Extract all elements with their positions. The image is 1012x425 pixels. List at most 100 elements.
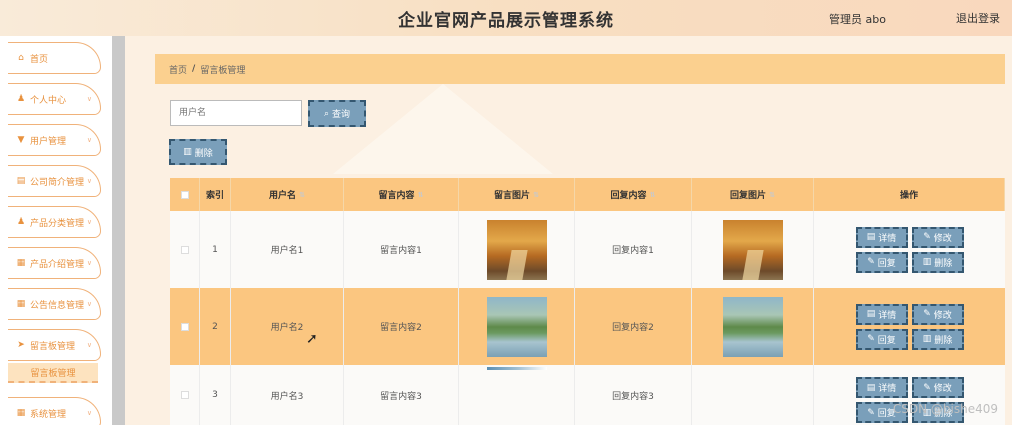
delete-button[interactable]: ▥ 删除 [911,328,964,350]
decorative-triangle [333,84,553,174]
row-reply-image-cell [692,365,814,425]
delete-button-label: 删除 [934,258,953,269]
sidebar-item-label: 留言板管理 [30,341,76,352]
reply-button[interactable]: ✎ 回复 [855,328,908,350]
reply-button[interactable]: ✎ 回复 [855,251,908,273]
sidebar-item-products[interactable]: ▦ 产品介绍管理 ∨ [8,247,101,279]
person-icon: ♟ [16,217,26,227]
grid-icon: ▦ [16,258,26,268]
row-reply: 回复内容3 [575,365,692,425]
edit-button[interactable]: ✎ 修改 [911,226,964,248]
home-icon: ⌂ [18,53,24,63]
sort-icon: ⇅ [299,190,305,199]
reply-button-label: 回复 [877,335,896,346]
delete-button-label: 删除 [934,335,953,346]
sidebar-item-label: 首页 [30,54,49,65]
chevron-down-icon: ∨ [86,177,92,185]
sort-icon: ⇅ [649,190,656,199]
trash-icon: ▥ [922,334,932,344]
reply-image[interactable] [722,219,783,280]
grid-icon: ▦ [16,408,26,418]
breadcrumb: 首页 / 留言板管理 [155,54,1005,84]
header-reply[interactable]: 回复内容 ⇅ [575,178,692,211]
row-reply: 回复内容2 [575,288,692,365]
row-select-cell [170,365,200,425]
row-checkbox[interactable] [180,322,189,331]
breadcrumb-current: 留言板管理 [200,65,246,76]
row-checkbox[interactable] [180,391,189,399]
trash-icon: ▥ [922,257,932,267]
detail-button[interactable]: ▤ 详情 [855,377,908,398]
header-label: 留言图片 [494,191,531,201]
breadcrumb-home[interactable]: 首页 [169,63,187,76]
watermark: CSDN @bishe409 [892,402,998,416]
sidebar-item-label: 产品介绍管理 [30,259,85,270]
sidebar-item-system[interactable]: ▦ 系统管理 ∨ [8,397,101,425]
header-label: 回复图片 [730,191,767,201]
edit-button-label: 修改 [933,384,952,394]
row-reply-image-cell [692,211,814,288]
send-icon: ➤ [17,340,25,350]
logout-link[interactable]: 退出登录 [956,10,1000,26]
search-icon: ⌕ [323,108,330,119]
sidebar-item-users[interactable]: ▼ 用户管理 ∨ [8,124,101,156]
sidebar-item-profile[interactable]: ♟ 个人中心 ∨ [8,83,101,115]
row-actions: ▤ 详情 ✎ 修改 ✎ 回复 ▥ 删除 [814,211,1005,288]
row-index: 1 [200,211,231,288]
header-reply-image[interactable]: 回复图片 ⇅ [692,178,814,211]
edit-icon: ✎ [923,309,931,319]
chevron-down-icon: ∨ [86,95,92,103]
row-content: 留言内容1 [344,211,459,288]
sidebar-item-category[interactable]: ♟ 产品分类管理 ∨ [8,206,101,238]
mouse-cursor-icon: ➚ [306,331,318,347]
document-icon: ▤ [16,176,26,186]
header-actions: 操作 [814,178,1005,211]
top-bar: 企业官网产品展示管理系统 管理员 abo 退出登录 [0,0,1012,36]
reply-icon: ✎ [867,334,875,344]
header-username[interactable]: 用户名 ⇅ [231,178,344,211]
message-image[interactable] [486,296,547,357]
sidebar-scrollbar[interactable] [112,36,125,425]
sort-icon: ⇅ [417,190,424,199]
row-username: 用户名2 [231,288,344,365]
message-image[interactable] [486,219,547,280]
select-all-checkbox[interactable] [180,190,189,199]
detail-icon: ▤ [866,309,876,319]
table-header: 索引 用户名 ⇅ 留言内容 ⇅ 留言图片 ⇅ 回复内容 ⇅ 回复图片 ⇅ 操作 [170,178,1005,211]
reply-icon: ✎ [867,257,875,267]
message-image[interactable] [486,367,547,370]
sort-icon: ⇅ [533,190,539,199]
header-content[interactable]: 留言内容 ⇅ [344,178,459,211]
detail-button[interactable]: ▤ 详情 [855,303,908,325]
sidebar-item-label: 公司简介管理 [30,177,85,188]
row-reply-image-cell [692,288,814,365]
chevron-down-icon: ∨ [86,300,92,308]
breadcrumb-separator: / [192,64,196,74]
row-actions: ▤ 详情 ✎ 修改 ✎ 回复 ▥ 删除 [814,288,1005,365]
detail-button[interactable]: ▤ 详情 [855,226,908,248]
sidebar-item-label: 公告信息管理 [30,300,85,311]
header-label: 回复内容 [610,191,647,201]
username-search-input[interactable] [170,100,302,126]
bulk-delete-button[interactable]: ▥ 删除 [169,139,227,165]
edit-icon: ✎ [923,382,931,393]
chevron-down-icon: ∨ [86,218,92,226]
sidebar-item-company[interactable]: ▤ 公司简介管理 ∨ [8,165,101,197]
edit-button[interactable]: ✎ 修改 [911,377,964,398]
sidebar: ⌂ 首页 ♟ 个人中心 ∨ ▼ 用户管理 ∨ ▤ 公司简介管理 ∨ ♟ 产品分类… [0,36,112,425]
grid-icon: ▦ [16,299,26,309]
table-row: 1 用户名1 留言内容1 回复内容1 ▤ 详情 ✎ 修改 ✎ 回复 ▥ 删除 [170,211,1005,288]
edit-button[interactable]: ✎ 修改 [911,303,964,325]
query-button[interactable]: ⌕ 查询 [308,100,366,127]
sidebar-item-home[interactable]: ⌂ 首页 [8,42,101,74]
sidebar-item-notices[interactable]: ▦ 公告信息管理 ∨ [8,288,101,320]
reply-image[interactable] [722,296,783,357]
sidebar-subitem-messages[interactable]: 留言板管理 [8,363,98,383]
header-label: 用户名 [269,191,297,201]
delete-button[interactable]: ▥ 删除 [911,251,964,273]
row-checkbox[interactable] [180,245,189,254]
chevron-down-icon: ∨ [86,341,92,349]
sidebar-item-label: 系统管理 [30,409,67,420]
header-message-image[interactable]: 留言图片 ⇅ [459,178,575,211]
sidebar-item-messages[interactable]: ➤ 留言板管理 ∨ [8,329,101,361]
